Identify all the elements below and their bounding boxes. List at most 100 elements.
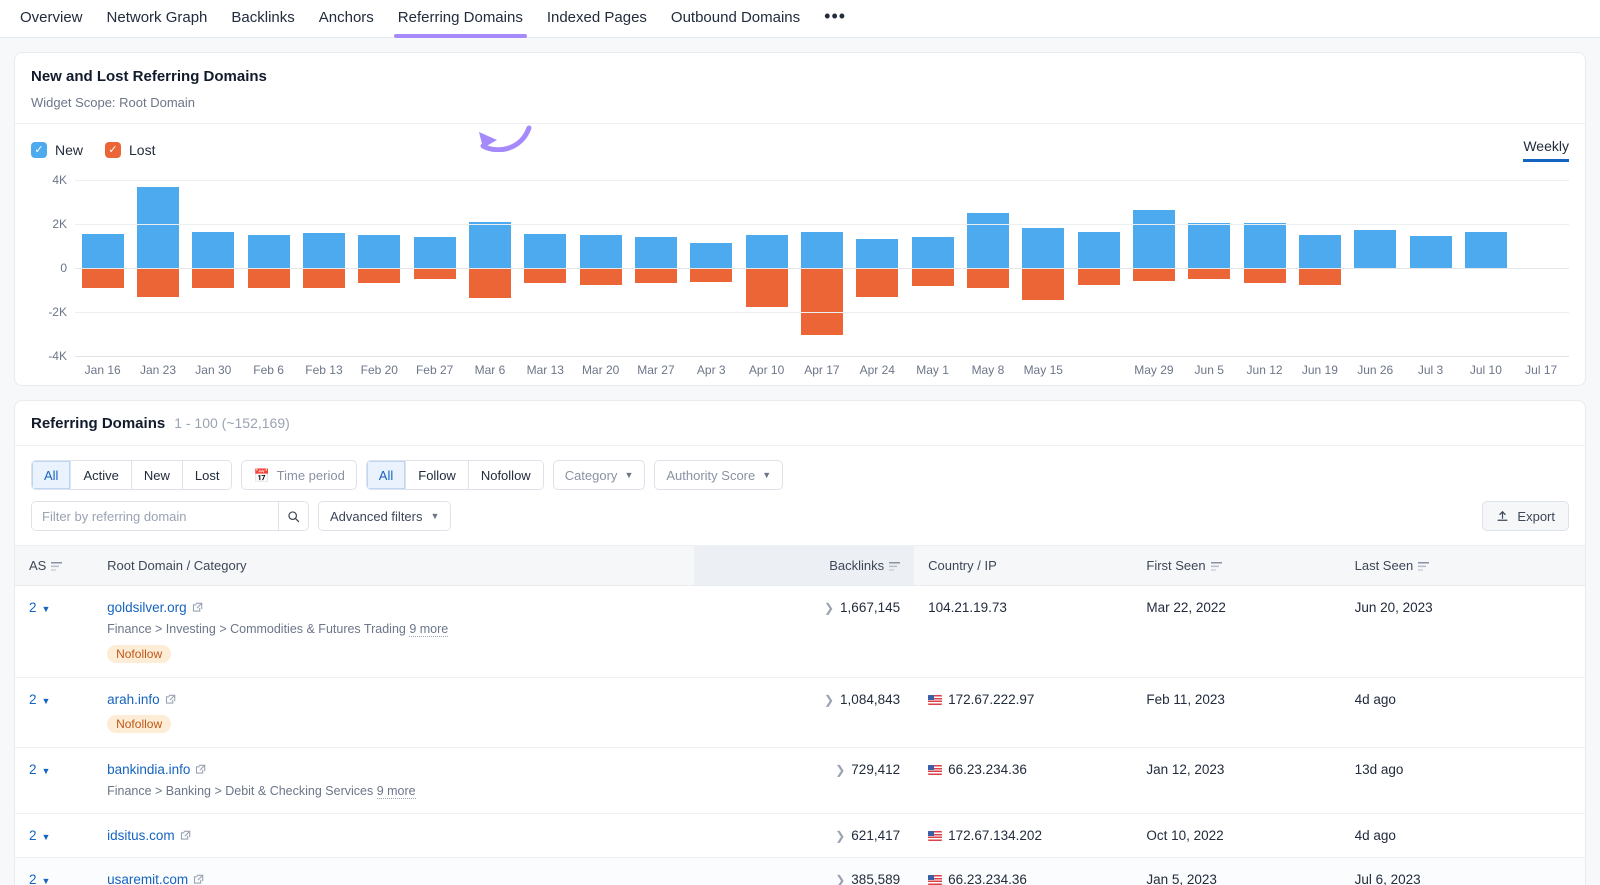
table-row[interactable]: 2▼arah.infoNofollow❯1,084,843172.67.222.… <box>15 678 1585 748</box>
expand-backlinks-icon[interactable]: ❯ <box>835 763 845 777</box>
cell-authority-score[interactable]: 2▼ <box>15 814 93 858</box>
nav-item-overview[interactable]: Overview <box>8 0 95 38</box>
chart-x-axis: Jan 16Jan 23Jan 30Feb 6Feb 13Feb 20Feb 2… <box>75 363 1569 377</box>
legend-item-new[interactable]: ✓ New <box>31 142 83 158</box>
sort-icon <box>1418 562 1429 571</box>
x-axis-tick-label: Jan 23 <box>130 363 185 377</box>
follow-filter-all[interactable]: All <box>367 461 406 489</box>
country-flag-us-icon <box>928 695 942 705</box>
cell-root-domain: usaremit.com <box>93 858 694 885</box>
status-filter-active[interactable]: Active <box>71 461 131 489</box>
cell-backlinks[interactable]: ❯1,667,145 <box>694 586 914 678</box>
follow-filter-follow[interactable]: Follow <box>406 461 469 489</box>
category-filter[interactable]: Category ▼ <box>553 460 646 490</box>
nav-item-indexed-pages[interactable]: Indexed Pages <box>535 0 659 38</box>
nav-item-anchors[interactable]: Anchors <box>307 0 386 38</box>
cell-first-seen: Feb 11, 2023 <box>1132 678 1340 748</box>
follow-filter-group[interactable]: AllFollowNofollow <box>366 460 544 490</box>
expand-backlinks-icon[interactable]: ❯ <box>824 601 834 615</box>
row-domain-link[interactable]: idsitus.com <box>107 828 175 843</box>
column-header-last-seen[interactable]: Last Seen <box>1341 546 1585 586</box>
bar-new <box>967 213 1009 268</box>
column-header-label: Backlinks <box>829 558 884 573</box>
x-axis-tick-label: Feb 27 <box>407 363 462 377</box>
status-filter-lost[interactable]: Lost <box>183 461 232 489</box>
x-axis-tick-label: Mar 27 <box>628 363 683 377</box>
search-input[interactable] <box>32 502 278 530</box>
cell-authority-score[interactable]: 2▼ <box>15 748 93 814</box>
cell-backlinks[interactable]: ❯385,589 <box>694 858 914 885</box>
cell-country-ip: 172.67.134.202 <box>914 814 1132 858</box>
authority-score-filter[interactable]: Authority Score ▼ <box>654 460 783 490</box>
bar-new <box>82 234 124 268</box>
table-row[interactable]: 2▼usaremit.com❯385,58966.23.234.36Jan 5,… <box>15 858 1585 885</box>
status-filter-new[interactable]: New <box>132 461 183 489</box>
expand-backlinks-icon[interactable]: ❯ <box>835 873 845 885</box>
column-header-backlinks[interactable]: Backlinks <box>694 546 914 586</box>
chevron-down-icon: ▼ <box>624 470 633 480</box>
nav-item-outbound-domains[interactable]: Outbound Domains <box>659 0 812 38</box>
expand-backlinks-icon[interactable]: ❯ <box>835 829 845 843</box>
checkbox-new-icon[interactable]: ✓ <box>31 142 47 158</box>
gridline: 0 <box>75 268 1569 269</box>
nav-overflow-button[interactable]: ••• <box>812 5 858 33</box>
bar-new <box>1244 223 1286 268</box>
bar-new <box>469 222 511 268</box>
x-axis-tick-label: Apr 24 <box>850 363 905 377</box>
row-domain-link[interactable]: goldsilver.org <box>107 600 187 615</box>
cell-authority-score[interactable]: 2▼ <box>15 858 93 885</box>
row-domain-link[interactable]: arah.info <box>107 692 160 707</box>
bar-lost <box>912 268 954 286</box>
row-domain-link[interactable]: usaremit.com <box>107 872 188 885</box>
chart-area: ✓ New ✓ Lost Weekly 4K2K0-2K-4K Jan 16Ja… <box>15 124 1585 385</box>
cell-root-domain: idsitus.com <box>93 814 694 858</box>
bar-lost <box>801 268 843 335</box>
status-filter-all[interactable]: All <box>32 461 71 489</box>
cell-authority-score[interactable]: 2▼ <box>15 586 93 678</box>
checkbox-lost-icon[interactable]: ✓ <box>105 142 121 158</box>
column-header-as[interactable]: AS <box>15 546 93 586</box>
domain-search-box[interactable] <box>31 501 309 531</box>
follow-filter-nofollow[interactable]: Nofollow <box>469 461 543 489</box>
filter-bar-secondary: Advanced filters ▼ Export <box>15 490 1585 545</box>
expand-backlinks-icon[interactable]: ❯ <box>824 693 834 707</box>
y-axis-tick-label: -4K <box>48 349 67 363</box>
bar-lost <box>967 268 1009 288</box>
bar-lost <box>856 268 898 297</box>
x-axis-tick-label: Feb 6 <box>241 363 296 377</box>
table-row[interactable]: 2▼ goldsilver.org Finance > Investing > Co… <box>15 586 1585 678</box>
bar-lost <box>1078 268 1120 285</box>
bar-new <box>801 232 843 268</box>
x-axis-tick-label: Mar 13 <box>518 363 573 377</box>
show-more-categories[interactable]: 9 more <box>409 622 448 637</box>
legend-item-lost[interactable]: ✓ Lost <box>105 142 155 158</box>
x-axis-tick-label: Jul 3 <box>1403 363 1458 377</box>
nav-item-network-graph[interactable]: Network Graph <box>95 0 220 38</box>
time-period-filter[interactable]: 📅 Time period <box>241 460 356 490</box>
row-category: Finance > Investing > Commodities & Futu… <box>107 622 680 637</box>
column-header-label: Last Seen <box>1355 558 1414 573</box>
table-row[interactable]: 2▼bankindia.infoFinance > Banking > Debi… <box>15 748 1585 814</box>
cell-backlinks[interactable]: ❯729,412 <box>694 748 914 814</box>
x-axis-tick-label: Mar 20 <box>573 363 628 377</box>
cell-backlinks[interactable]: ❯621,417 <box>694 814 914 858</box>
bar-lost <box>137 268 179 297</box>
status-filter-group[interactable]: AllActiveNewLost <box>31 460 232 490</box>
cell-authority-score[interactable]: 2▼ <box>15 678 93 748</box>
nav-item-backlinks[interactable]: Backlinks <box>219 0 306 38</box>
cell-backlinks[interactable]: ❯1,084,843 <box>694 678 914 748</box>
nav-item-referring-domains[interactable]: Referring Domains <box>386 0 535 38</box>
table-row[interactable]: 2▼idsitus.com❯621,417172.67.134.202Oct 1… <box>15 814 1585 858</box>
column-header-label: Country / IP <box>928 558 997 573</box>
bar-lost <box>635 268 677 283</box>
gridline: 4K <box>75 180 1569 181</box>
row-domain-link[interactable]: bankindia.info <box>107 762 190 777</box>
advanced-filters-button[interactable]: Advanced filters ▼ <box>318 501 451 531</box>
granularity-weekly-button[interactable]: Weekly <box>1523 138 1569 162</box>
show-more-categories[interactable]: 9 more <box>377 784 416 799</box>
x-axis-tick-label: Mar 6 <box>462 363 517 377</box>
search-button[interactable] <box>278 502 308 530</box>
column-header-first-seen[interactable]: First Seen <box>1132 546 1340 586</box>
export-button[interactable]: Export <box>1482 501 1569 531</box>
time-period-label: Time period <box>277 468 345 483</box>
